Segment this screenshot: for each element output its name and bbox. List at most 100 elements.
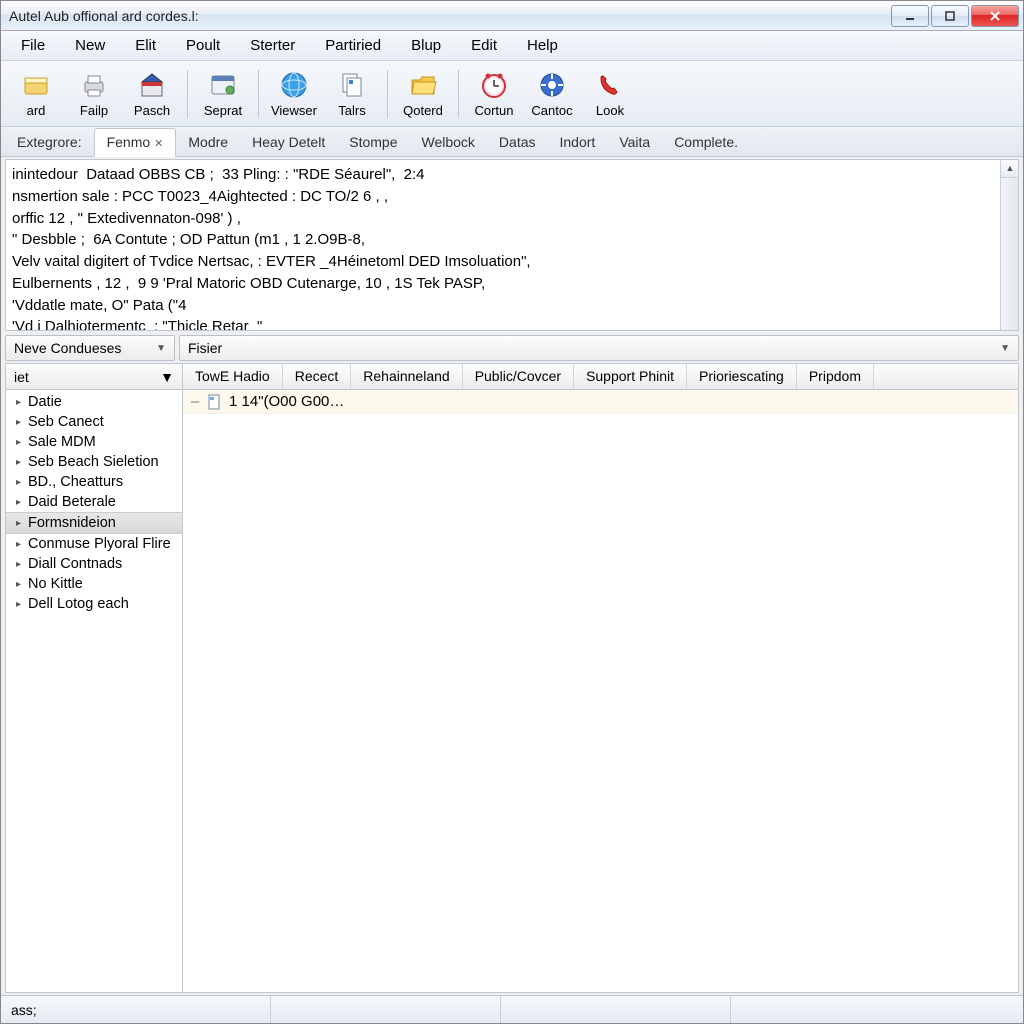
tree-item-label: Dell Lotog each	[28, 596, 129, 612]
right-pane: TowE HadioRecectRehainnelandPublic/Covce…	[183, 363, 1019, 993]
docs-icon	[336, 69, 368, 101]
column-prioriescating[interactable]: Prioriescating	[687, 364, 797, 389]
tool-label: ard	[27, 103, 46, 118]
tab-datas[interactable]: Datas	[487, 129, 548, 156]
tab-welbock[interactable]: Welbock	[409, 129, 486, 156]
menu-help[interactable]: Help	[513, 33, 572, 58]
tree-item-bd---cheatturs[interactable]: ▸BD., Cheatturs	[6, 472, 182, 492]
tab-complete[interactable]: Complete.	[662, 129, 750, 156]
column-support-phinit[interactable]: Support Phinit	[574, 364, 687, 389]
phone-icon	[594, 69, 626, 101]
output-line: 'Vddatle mate, O" Pata ("4	[12, 295, 1012, 317]
right-dropdown[interactable]: Fisier ▼	[179, 335, 1019, 361]
titlebar: Autel Aub offional ard cordes.l:	[1, 1, 1023, 31]
output-scrollbar[interactable]: ▲	[1000, 160, 1018, 330]
menu-elit[interactable]: Elit	[121, 33, 170, 58]
tab-heaydetelt[interactable]: Heay Detelt	[240, 129, 337, 156]
dropdown-row: Neve Condueses ▼ Fisier ▼	[1, 333, 1023, 363]
file-icon	[207, 394, 223, 410]
menu-sterter[interactable]: Sterter	[236, 33, 309, 58]
tab-close-icon[interactable]: ✕	[154, 138, 163, 150]
tab-fenmo[interactable]: Fenmo✕	[94, 128, 177, 157]
menu-partiried[interactable]: Partiried	[311, 33, 395, 58]
tree-item-diall-contnads[interactable]: ▸Diall Contnads	[6, 554, 182, 574]
chevron-right-icon: ▸	[16, 559, 26, 570]
app-window: Autel Aub offional ard cordes.l: FileNew…	[0, 0, 1024, 1024]
main-split: iet ▼ ▸Datie▸Seb Canect▸Sale MDM▸Seb Bea…	[5, 363, 1019, 993]
status-cell-1: ass;	[1, 996, 271, 1023]
tree-item-sale-mdm[interactable]: ▸Sale MDM	[6, 432, 182, 452]
column-public-covcer[interactable]: Public/Covcer	[463, 364, 574, 389]
tool-cortun[interactable]: Cortun	[465, 64, 523, 124]
tree-item-datie[interactable]: ▸Datie	[6, 392, 182, 412]
left-pane-header[interactable]: iet ▼	[6, 364, 182, 390]
output-line: Velv vaital digitert of Tvdice Nertsac, …	[12, 251, 1012, 273]
tool-qoterd[interactable]: Qoterd	[394, 64, 452, 124]
tab-vaita[interactable]: Vaita	[607, 129, 662, 156]
menubar: FileNewElitPoultSterterPartiriedBlupEdit…	[1, 31, 1023, 61]
tool-label: Look	[596, 103, 624, 118]
chevron-down-icon: ▼	[160, 369, 174, 385]
tab-stompe[interactable]: Stompe	[337, 129, 409, 156]
menu-blup[interactable]: Blup	[397, 33, 455, 58]
tool-label: Seprat	[204, 103, 242, 118]
toolbar-separator	[387, 70, 388, 118]
column-rehainneland[interactable]: Rehainneland	[351, 364, 462, 389]
chevron-right-icon: ▸	[16, 599, 26, 610]
tree-view: ▸Datie▸Seb Canect▸Sale MDM▸Seb Beach Sie…	[6, 390, 182, 992]
scroll-up-icon[interactable]: ▲	[1001, 160, 1019, 178]
chevron-down-icon: ▼	[1000, 343, 1010, 354]
tab-indort[interactable]: Indort	[548, 129, 608, 156]
collapse-icon[interactable]: –	[189, 393, 201, 410]
tool-failp[interactable]: Failp	[65, 64, 123, 124]
tree-item-seb-canect[interactable]: ▸Seb Canect	[6, 412, 182, 432]
tab-modre[interactable]: Modre	[176, 129, 240, 156]
tool-seprat[interactable]: Seprat	[194, 64, 252, 124]
column-recect[interactable]: Recect	[283, 364, 352, 389]
tool-look[interactable]: Look	[581, 64, 639, 124]
column-towe-hadio[interactable]: TowE Hadio	[183, 364, 283, 389]
tool-viewser[interactable]: Viewser	[265, 64, 323, 124]
close-button[interactable]	[971, 5, 1019, 27]
tool-cantoc[interactable]: Cantoc	[523, 64, 581, 124]
output-line: nsmertion sale : PCC T0023_4Aightected :…	[12, 186, 1012, 208]
menu-edit[interactable]: Edit	[457, 33, 511, 58]
maximize-button[interactable]	[931, 5, 969, 27]
minimize-button[interactable]	[891, 5, 929, 27]
tree-item-label: Seb Beach Sieletion	[28, 454, 159, 470]
list-area: –1 14"(O00 G00…	[183, 390, 1018, 992]
output-line: orffic 12 , " Extedivennaton-098' ) ,	[12, 208, 1012, 230]
window-title: Autel Aub offional ard cordes.l:	[9, 8, 889, 24]
tree-item-label: Seb Canect	[28, 414, 104, 430]
menu-poult[interactable]: Poult	[172, 33, 234, 58]
tab-extegrore[interactable]: Extegrore:	[5, 129, 94, 156]
menu-file[interactable]: File	[7, 33, 59, 58]
left-dropdown[interactable]: Neve Condueses ▼	[5, 335, 175, 361]
output-panel: inintedour Dataad OBBS CB ; 33 Pling: : …	[5, 159, 1019, 331]
tool-ard[interactable]: ard	[7, 64, 65, 124]
tree-item-no-kittle[interactable]: ▸No Kittle	[6, 574, 182, 594]
menu-new[interactable]: New	[61, 33, 119, 58]
tool-label: Cortun	[474, 103, 513, 118]
chevron-down-icon: ▼	[156, 343, 166, 354]
tree-item-label: Conmuse Plyoral Flire	[28, 536, 171, 552]
tree-item-formsnideion[interactable]: ▸Formsnideion	[6, 512, 182, 534]
shop-icon	[136, 69, 168, 101]
output-line: inintedour Dataad OBBS CB ; 33 Pling: : …	[12, 164, 1012, 186]
tool-talrs[interactable]: Talrs	[323, 64, 381, 124]
list-row[interactable]: –1 14"(O00 G00…	[183, 390, 1018, 414]
box-yellow-icon	[20, 69, 52, 101]
tree-item-daid-beterale[interactable]: ▸Daid Beterale	[6, 492, 182, 512]
left-pane: iet ▼ ▸Datie▸Seb Canect▸Sale MDM▸Seb Bea…	[5, 363, 183, 993]
folder-icon	[407, 69, 439, 101]
output-line: 'Vd i Dalhiotermentc_; "Thicle Retar_"	[12, 316, 1012, 331]
tree-item-seb-beach-sieletion[interactable]: ▸Seb Beach Sieletion	[6, 452, 182, 472]
column-pripdom[interactable]: Pripdom	[797, 364, 874, 389]
tree-item-conmuse-plyoral-flire[interactable]: ▸Conmuse Plyoral Flire	[6, 534, 182, 554]
tree-item-label: Datie	[28, 394, 62, 410]
chevron-right-icon: ▸	[16, 417, 26, 428]
window-controls	[889, 5, 1019, 27]
tool-pasch[interactable]: Pasch	[123, 64, 181, 124]
tool-label: Talrs	[338, 103, 365, 118]
tree-item-dell-lotog-each[interactable]: ▸Dell Lotog each	[6, 594, 182, 614]
